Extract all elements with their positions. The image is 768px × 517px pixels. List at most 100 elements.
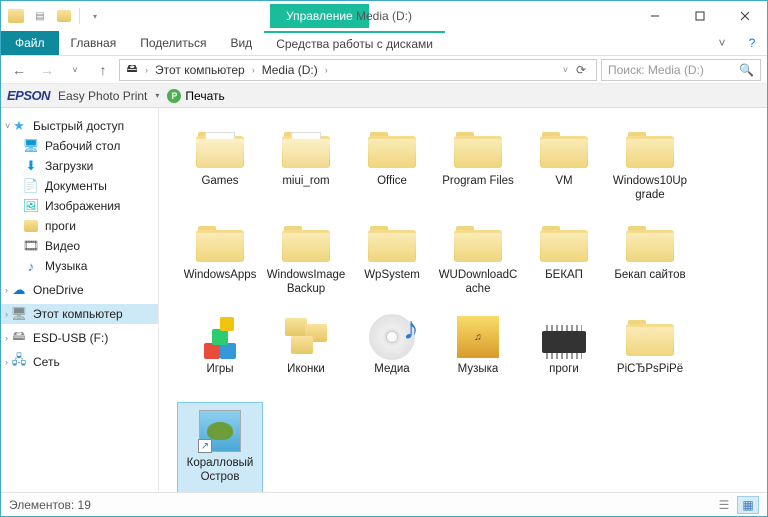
tab-view[interactable]: Вид	[218, 31, 264, 55]
context-tab-title: Управление	[270, 4, 369, 28]
item-label: WindowsApps	[184, 269, 257, 283]
item-label: Games	[201, 175, 238, 189]
quick-access-toolbar: ▤ ▾	[1, 5, 110, 27]
file-item[interactable]: ♪ Медиа	[349, 308, 435, 400]
file-item[interactable]: БЕКАП	[521, 214, 607, 306]
sidebar-label: OneDrive	[33, 283, 84, 297]
sidebar-onedrive[interactable]: ›☁ OneDrive	[1, 280, 158, 300]
sidebar-progi[interactable]: проги	[1, 216, 158, 236]
breadcrumb-bar[interactable]: 🖴 › Этот компьютер › Media (D:) › ˅ ⟳	[119, 59, 597, 81]
item-label: WpSystem	[364, 269, 420, 283]
documents-icon: 📄	[23, 178, 39, 194]
back-button[interactable]: ←	[7, 58, 31, 82]
item-label: проги	[549, 363, 579, 377]
file-item[interactable]: WindowsApps	[177, 214, 263, 306]
chevron-right-icon[interactable]: ›	[142, 65, 151, 75]
file-item[interactable]: Иконки	[263, 308, 349, 400]
epson-dropdown[interactable]: ▾	[155, 91, 159, 100]
file-item[interactable]: проги	[521, 308, 607, 400]
file-item[interactable]: Program Files	[435, 120, 521, 212]
details-view-button[interactable]: ☰	[713, 496, 735, 514]
tab-file[interactable]: Файл	[1, 31, 59, 55]
item-icon	[451, 219, 505, 267]
videos-icon: 🎞	[23, 238, 39, 254]
file-item[interactable]: Windows10Upgrade	[607, 120, 693, 212]
search-input[interactable]: Поиск: Media (D:) 🔍	[601, 59, 761, 81]
sidebar-quick-access[interactable]: ˅★Быстрый доступ	[1, 116, 158, 136]
epson-print-label: Печать	[185, 89, 224, 103]
sidebar-desktop[interactable]: 🖥Рабочий стол	[1, 136, 158, 156]
item-label: Коралловый Остров	[180, 457, 260, 485]
help-button[interactable]: ?	[737, 31, 767, 55]
sidebar-label: Музыка	[45, 259, 87, 273]
content-pane[interactable]: Games miui_rom Office Program Files VM W…	[159, 108, 767, 492]
sidebar-label: ESD-USB (F:)	[33, 331, 108, 345]
qat-properties-icon[interactable]: ▤	[29, 5, 51, 27]
item-icon	[623, 313, 677, 361]
forward-button[interactable]: →	[35, 58, 59, 82]
refresh-button[interactable]: ⟳	[570, 63, 592, 77]
items-grid: Games miui_rom Office Program Files VM W…	[177, 120, 763, 492]
chevron-right-icon[interactable]: ›	[249, 65, 258, 75]
sidebar-this-pc[interactable]: ›🖥Этот компьютер	[1, 304, 158, 324]
sidebar-videos[interactable]: 🎞Видео	[1, 236, 158, 256]
tab-home[interactable]: Главная	[59, 31, 129, 55]
item-label: WindowsImageBackup	[266, 269, 346, 297]
item-icon: ♫	[451, 313, 505, 361]
ribbon-collapse-button[interactable]: ˅	[707, 31, 737, 55]
tab-share[interactable]: Поделиться	[128, 31, 218, 55]
item-icon	[537, 125, 591, 173]
sidebar-esd-usb[interactable]: ›🖴ESD-USB (F:)	[1, 328, 158, 348]
recent-locations-dropdown[interactable]: ˅	[63, 58, 87, 82]
file-item[interactable]: Игры	[177, 308, 263, 400]
item-label: Office	[377, 175, 407, 189]
sidebar-network[interactable]: ›🖧Сеть	[1, 352, 158, 372]
qat-customize-dropdown[interactable]: ▾	[84, 5, 106, 27]
chevron-right-icon[interactable]: ›	[5, 309, 8, 319]
file-item[interactable]: VM	[521, 120, 607, 212]
ribbon-tabs: Файл Главная Поделиться Вид Средства раб…	[1, 31, 767, 56]
maximize-button[interactable]	[677, 1, 722, 31]
breadcrumb-dropdown[interactable]: ˅	[563, 65, 568, 75]
file-item[interactable]: miui_rom	[263, 120, 349, 212]
file-item[interactable]: Бекап сайтов	[607, 214, 693, 306]
sidebar-documents[interactable]: 📄Документы	[1, 176, 158, 196]
chevron-right-icon[interactable]: ›	[5, 285, 8, 295]
sidebar-music[interactable]: ♪Музыка	[1, 256, 158, 276]
sidebar-pictures[interactable]: 🖼Изображения	[1, 196, 158, 216]
file-item[interactable]: WUDownloadCache	[435, 214, 521, 306]
chevron-right-icon[interactable]: ›	[5, 333, 8, 343]
file-item[interactable]: ↗ Коралловый Остров	[177, 402, 263, 492]
tab-drive-tools[interactable]: Средства работы с дисками	[264, 31, 445, 55]
qat-new-folder-icon[interactable]	[53, 5, 75, 27]
file-item[interactable]: WindowsImageBackup	[263, 214, 349, 306]
item-label: Бекап сайтов	[614, 269, 685, 283]
item-label: Иконки	[287, 363, 325, 377]
epson-print-button[interactable]: P Печать	[167, 89, 224, 103]
cloud-icon: ☁	[11, 282, 27, 298]
item-icon	[451, 125, 505, 173]
status-count: 19	[78, 498, 91, 512]
icons-view-button[interactable]: ▦	[737, 496, 759, 514]
file-item[interactable]: Office	[349, 120, 435, 212]
chevron-right-icon[interactable]: ›	[322, 65, 331, 75]
sidebar-downloads[interactable]: ⬇Загрузки	[1, 156, 158, 176]
item-icon	[279, 313, 333, 361]
up-button[interactable]: ↑	[91, 58, 115, 82]
qat-app-icon[interactable]	[5, 5, 27, 27]
downloads-icon: ⬇	[23, 158, 39, 174]
breadcrumb-current[interactable]: Media (D:)	[260, 63, 320, 77]
item-icon	[279, 219, 333, 267]
file-item[interactable]: ♫ Музыка	[435, 308, 521, 400]
address-bar: ← → ˅ ↑ 🖴 › Этот компьютер › Media (D:) …	[1, 56, 767, 84]
chevron-right-icon[interactable]: ›	[5, 357, 8, 367]
chevron-down-icon[interactable]: ˅	[5, 121, 10, 131]
item-icon	[537, 219, 591, 267]
window-title: Media (D:)	[356, 9, 412, 23]
minimize-button[interactable]	[632, 1, 677, 31]
close-button[interactable]	[722, 1, 767, 31]
file-item[interactable]: Games	[177, 120, 263, 212]
file-item[interactable]: WpSystem	[349, 214, 435, 306]
breadcrumb-root[interactable]: Этот компьютер	[153, 63, 247, 77]
file-item[interactable]: РіСЂРѕРіРё	[607, 308, 693, 400]
